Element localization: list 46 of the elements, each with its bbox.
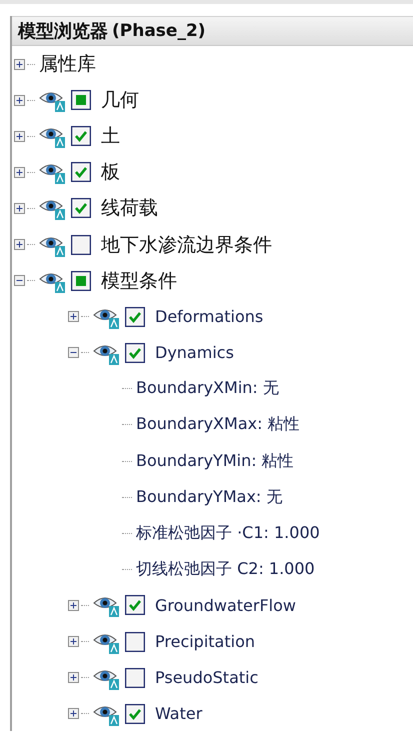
- property-text: BoundaryXMax: 粘性: [136, 414, 300, 436]
- expand-icon[interactable]: [14, 58, 25, 70]
- tree-item-label[interactable]: 属性库: [39, 51, 96, 78]
- checkbox[interactable]: [125, 306, 145, 327]
- property-text: BoundaryXMin: 无: [136, 378, 279, 400]
- checkbox[interactable]: [71, 90, 91, 110]
- expand-icon[interactable]: [14, 239, 25, 250]
- property-text: 切线松弛因子 C2: 1.000: [136, 558, 315, 580]
- tree-item-label[interactable]: 模型条件: [101, 268, 177, 294]
- collapse-icon[interactable]: [14, 275, 25, 286]
- tree-item-label[interactable]: 板: [101, 159, 120, 186]
- collapse-icon[interactable]: [68, 347, 79, 358]
- tree-item-label[interactable]: 线荷载: [101, 195, 158, 222]
- property-text: 标准松弛因子 ·C1: 1.000: [136, 522, 320, 544]
- checkbox[interactable]: [125, 668, 145, 688]
- checkbox[interactable]: [71, 198, 91, 218]
- checkbox[interactable]: [71, 234, 91, 255]
- expand-icon[interactable]: [14, 202, 25, 214]
- panel-title: 模型浏览器: [18, 20, 108, 43]
- tree-item-label[interactable]: Dynamics: [155, 343, 234, 362]
- tree-item-label[interactable]: PseudoStatic: [155, 668, 258, 688]
- tree-item-label[interactable]: Water: [155, 704, 202, 724]
- expand-icon[interactable]: [68, 311, 79, 322]
- checkbox[interactable]: [125, 595, 145, 616]
- expand-icon[interactable]: [68, 600, 79, 611]
- checkbox[interactable]: [71, 270, 91, 291]
- expand-icon[interactable]: [14, 94, 25, 106]
- property-text: BoundaryYMin: 粘性: [136, 450, 294, 472]
- checkbox[interactable]: [71, 126, 91, 146]
- expand-icon[interactable]: [68, 636, 79, 648]
- expand-icon[interactable]: [68, 708, 79, 720]
- tree-item-label[interactable]: 几何: [101, 87, 139, 114]
- checkbox[interactable]: [125, 704, 145, 724]
- expand-icon[interactable]: [68, 672, 79, 684]
- checkbox[interactable]: [125, 632, 145, 652]
- expand-icon[interactable]: [14, 130, 25, 142]
- checkbox[interactable]: [71, 162, 91, 182]
- expand-icon[interactable]: [14, 166, 25, 178]
- tree-item-label[interactable]: Precipitation: [155, 632, 256, 652]
- tree-item-label[interactable]: GroundwaterFlow: [155, 596, 296, 615]
- tree-item-label[interactable]: Deformations: [155, 307, 264, 326]
- tree-item-label[interactable]: 地下水渗流边界条件: [101, 232, 272, 258]
- checkbox[interactable]: [125, 342, 145, 363]
- property-text: BoundaryYMax: 无: [136, 486, 282, 508]
- tree-item-label[interactable]: 土: [101, 123, 120, 150]
- phase-name: (Phase_2): [112, 21, 206, 41]
